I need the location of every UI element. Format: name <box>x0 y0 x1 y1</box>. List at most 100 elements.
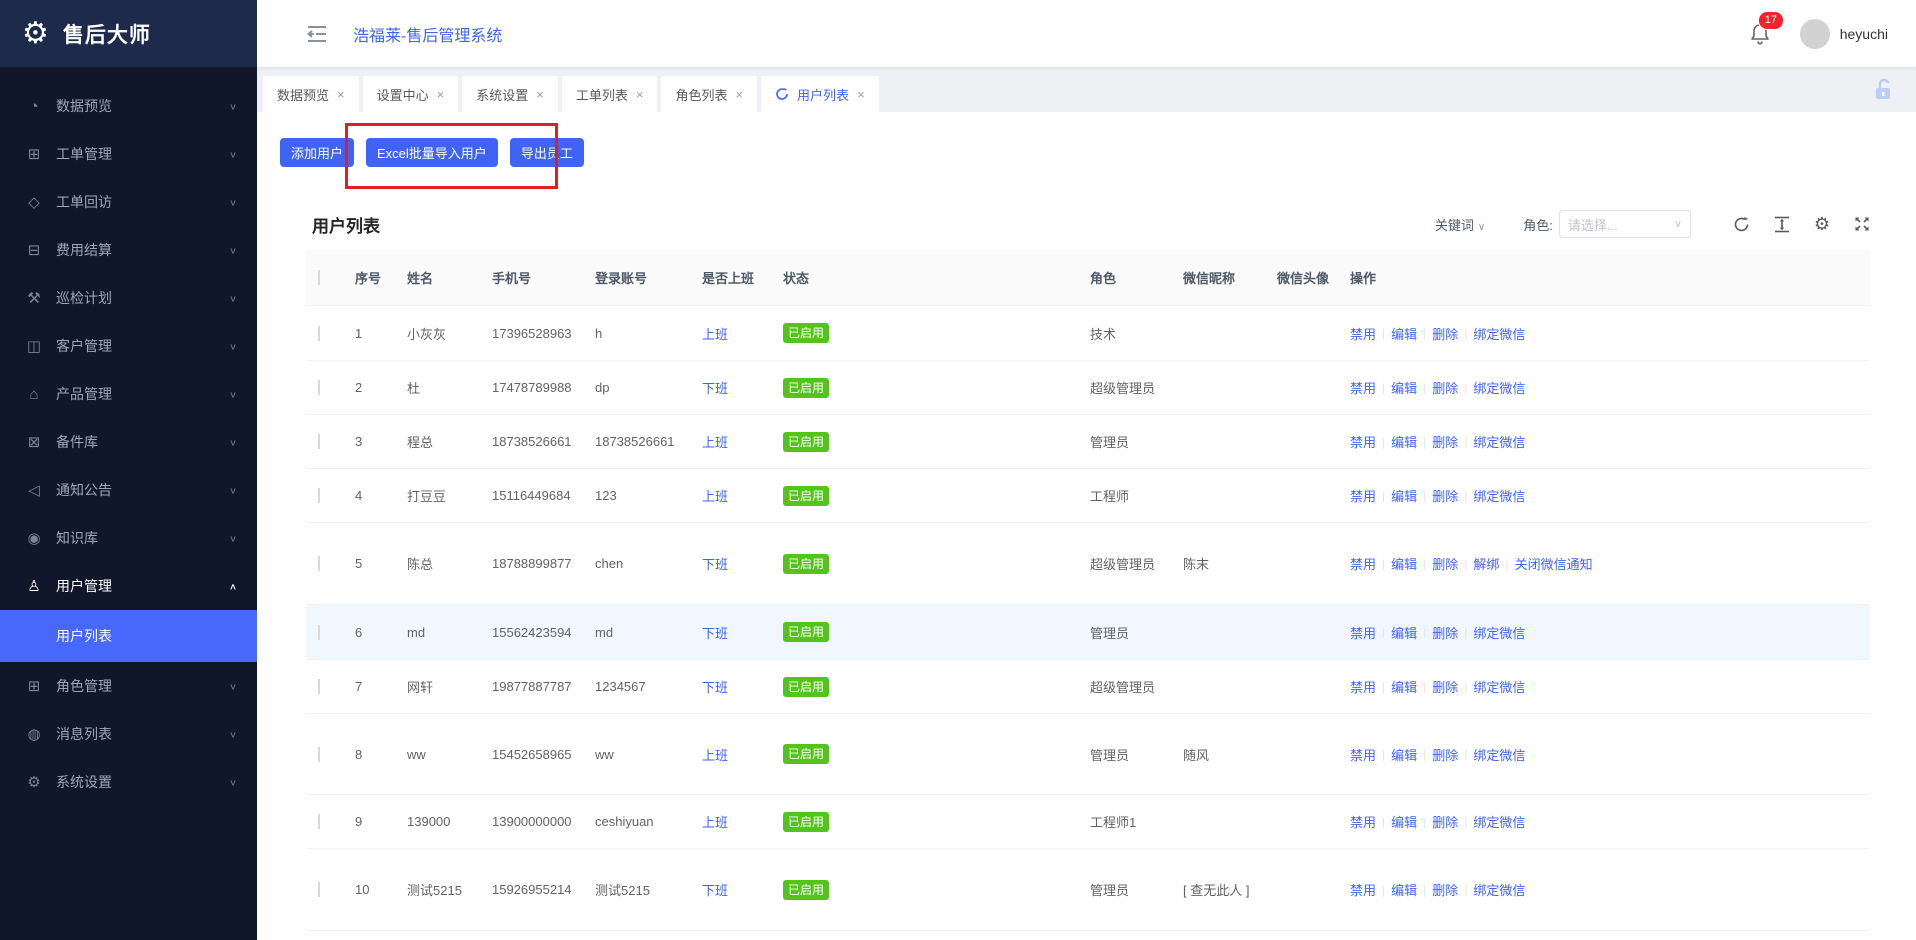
tab-数据预览[interactable]: 数据预览 × <box>263 76 359 112</box>
keyword-dropdown[interactable]: 关键词∨ <box>1435 215 1485 234</box>
action-link-禁用[interactable]: 禁用 <box>1350 554 1376 573</box>
duty-toggle-link[interactable]: 上班 <box>702 327 728 342</box>
action-link-编辑[interactable]: 编辑 <box>1391 378 1417 397</box>
action-link-删除[interactable]: 删除 <box>1432 378 1458 397</box>
add-user-button[interactable]: 添加用户 <box>280 138 354 167</box>
action-link-编辑[interactable]: 编辑 <box>1391 880 1417 899</box>
row-checkbox[interactable] <box>318 679 320 694</box>
action-link-绑定微信[interactable]: 绑定微信 <box>1473 432 1525 451</box>
username-label[interactable]: heyuchi <box>1840 26 1888 42</box>
action-link-解绑[interactable]: 解绑 <box>1473 554 1499 573</box>
tab-close-icon[interactable]: × <box>337 87 345 102</box>
action-link-禁用[interactable]: 禁用 <box>1350 880 1376 899</box>
tab-工单列表[interactable]: 工单列表 × <box>562 76 658 112</box>
action-link-编辑[interactable]: 编辑 <box>1391 623 1417 642</box>
sidebar-collapse-icon[interactable] <box>307 25 327 43</box>
action-link-编辑[interactable]: 编辑 <box>1391 486 1417 505</box>
tab-close-icon[interactable]: × <box>857 87 865 102</box>
sidebar-item-message[interactable]: ◍ 消息列表 ∨ <box>0 710 257 758</box>
action-link-编辑[interactable]: 编辑 <box>1391 324 1417 343</box>
action-link-编辑[interactable]: 编辑 <box>1391 554 1417 573</box>
row-checkbox[interactable] <box>318 882 320 897</box>
select-all-checkbox[interactable] <box>318 270 320 285</box>
user-avatar[interactable] <box>1800 19 1830 49</box>
tab-系统设置[interactable]: 系统设置 × <box>462 76 558 112</box>
action-link-删除[interactable]: 删除 <box>1432 432 1458 451</box>
duty-toggle-link[interactable]: 上班 <box>702 815 728 830</box>
column-height-icon[interactable] <box>1774 216 1790 233</box>
duty-toggle-link[interactable]: 上班 <box>702 748 728 763</box>
sidebar-item-tag[interactable]: ◇ 工单回访 ∨ <box>0 178 257 226</box>
action-link-关闭微信通知[interactable]: 关闭微信通知 <box>1515 554 1593 573</box>
action-link-删除[interactable]: 删除 <box>1432 812 1458 831</box>
export-staff-button[interactable]: 导出员工 <box>510 138 584 167</box>
action-link-绑定微信[interactable]: 绑定微信 <box>1473 812 1525 831</box>
unlock-icon[interactable] <box>1872 77 1894 101</box>
fullscreen-icon[interactable] <box>1854 216 1870 232</box>
sidebar-item-dashboard[interactable]: ◔ 数据预览 ∨ <box>0 82 257 130</box>
action-link-编辑[interactable]: 编辑 <box>1391 677 1417 696</box>
action-link-删除[interactable]: 删除 <box>1432 880 1458 899</box>
action-link-删除[interactable]: 删除 <box>1432 745 1458 764</box>
tab-角色列表[interactable]: 角色列表 × <box>661 76 757 112</box>
sidebar-item-calendar[interactable]: ⊟ 费用结算 ∨ <box>0 226 257 274</box>
duty-toggle-link[interactable]: 下班 <box>702 557 728 572</box>
sidebar-item-wrench[interactable]: ⚒ 巡检计划 ∨ <box>0 274 257 322</box>
action-link-绑定微信[interactable]: 绑定微信 <box>1473 324 1525 343</box>
row-checkbox[interactable] <box>318 814 320 829</box>
action-link-绑定微信[interactable]: 绑定微信 <box>1473 745 1525 764</box>
sidebar-item-idcard[interactable]: ◫ 客户管理 ∨ <box>0 322 257 370</box>
duty-toggle-link[interactable]: 上班 <box>702 435 728 450</box>
settings-icon[interactable]: ⚙ <box>1814 215 1830 233</box>
row-checkbox[interactable] <box>318 488 320 503</box>
action-link-绑定微信[interactable]: 绑定微信 <box>1473 677 1525 696</box>
duty-toggle-link[interactable]: 下班 <box>702 626 728 641</box>
sidebar-item-gear[interactable]: ⚙ 系统设置 ∨ <box>0 758 257 806</box>
action-link-禁用[interactable]: 禁用 <box>1350 677 1376 696</box>
sidebar-item-user[interactable]: ♙ 用户管理 ∧ <box>0 562 257 610</box>
row-checkbox[interactable] <box>318 434 320 449</box>
action-link-绑定微信[interactable]: 绑定微信 <box>1473 378 1525 397</box>
role-select[interactable]: 请选择... ∨ <box>1559 210 1691 238</box>
action-link-删除[interactable]: 删除 <box>1432 554 1458 573</box>
tab-设置中心[interactable]: 设置中心 × <box>363 76 459 112</box>
row-checkbox[interactable] <box>318 326 320 341</box>
tab-close-icon[interactable]: × <box>735 87 743 102</box>
action-link-禁用[interactable]: 禁用 <box>1350 745 1376 764</box>
row-checkbox[interactable] <box>318 556 320 571</box>
action-link-编辑[interactable]: 编辑 <box>1391 432 1417 451</box>
tab-close-icon[interactable]: × <box>636 87 644 102</box>
sidebar-item-roles[interactable]: ⊞ 角色管理 ∨ <box>0 662 257 710</box>
notification-bell[interactable]: 17 <box>1750 23 1770 45</box>
sidebar-item-box[interactable]: ⊠ 备件库 ∨ <box>0 418 257 466</box>
action-link-删除[interactable]: 删除 <box>1432 623 1458 642</box>
duty-toggle-link[interactable]: 下班 <box>702 680 728 695</box>
action-link-绑定微信[interactable]: 绑定微信 <box>1473 623 1525 642</box>
action-link-编辑[interactable]: 编辑 <box>1391 812 1417 831</box>
action-link-禁用[interactable]: 禁用 <box>1350 623 1376 642</box>
sidebar-item-grid[interactable]: ⊞ 工单管理 ∨ <box>0 130 257 178</box>
row-checkbox[interactable] <box>318 625 320 640</box>
action-link-编辑[interactable]: 编辑 <box>1391 745 1417 764</box>
tab-close-icon[interactable]: × <box>437 87 445 102</box>
sidebar-item-megaphone[interactable]: ◁ 通知公告 ∨ <box>0 466 257 514</box>
row-checkbox[interactable] <box>318 747 320 762</box>
sidebar-item-bag[interactable]: ⌂ 产品管理 ∨ <box>0 370 257 418</box>
row-checkbox[interactable] <box>318 380 320 395</box>
sidebar-item-user-list-active[interactable]: 用户列表 <box>0 610 257 662</box>
action-link-禁用[interactable]: 禁用 <box>1350 324 1376 343</box>
tab-close-icon[interactable]: × <box>536 87 544 102</box>
action-link-删除[interactable]: 删除 <box>1432 486 1458 505</box>
action-link-禁用[interactable]: 禁用 <box>1350 486 1376 505</box>
action-link-删除[interactable]: 删除 <box>1432 677 1458 696</box>
action-link-禁用[interactable]: 禁用 <box>1350 812 1376 831</box>
action-link-绑定微信[interactable]: 绑定微信 <box>1473 880 1525 899</box>
excel-import-button[interactable]: Excel批量导入用户 <box>366 138 498 167</box>
duty-toggle-link[interactable]: 下班 <box>702 883 728 898</box>
tab-用户列表[interactable]: 用户列表 × <box>761 76 879 112</box>
action-link-绑定微信[interactable]: 绑定微信 <box>1473 486 1525 505</box>
action-link-禁用[interactable]: 禁用 <box>1350 378 1376 397</box>
sidebar-item-github[interactable]: ◉ 知识库 ∨ <box>0 514 257 562</box>
action-link-删除[interactable]: 删除 <box>1432 324 1458 343</box>
action-link-禁用[interactable]: 禁用 <box>1350 432 1376 451</box>
